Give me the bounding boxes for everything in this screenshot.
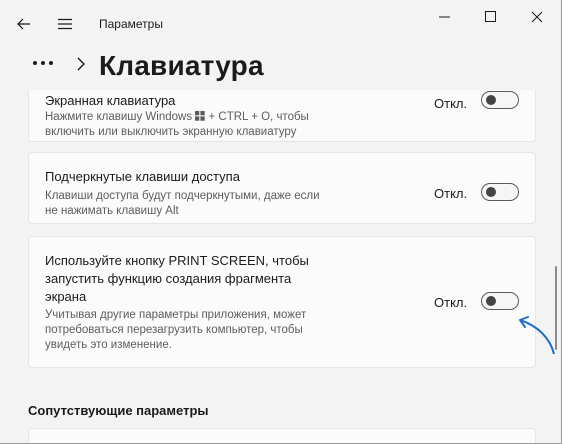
close-icon[interactable]: [514, 6, 560, 28]
toggle-state-label: Откл.: [434, 295, 468, 310]
toggle-knob: [486, 296, 496, 306]
settings-window: Параметры Клавиатура Экранная клавиатура…: [0, 0, 562, 444]
toggle-knob: [486, 95, 496, 105]
toggle-knob: [486, 187, 496, 197]
setting-title: Подчеркнутые клавиши доступа: [45, 169, 240, 184]
setting-access-keys: Подчеркнутые клавиши доступа Клавиши дос…: [28, 152, 536, 224]
setting-description-line3: увидеть это изменение.: [45, 339, 172, 351]
page-title: Клавиатура: [99, 50, 264, 81]
breadcrumb: Клавиатура: [0, 48, 561, 90]
setting-description-line2: включить или выключить экранную клавиату…: [45, 126, 297, 138]
setting-description-line2: не нажимать клавишу Alt: [45, 205, 179, 217]
setting-title: Экранная клавиатура: [45, 93, 176, 108]
setting-on-screen-keyboard: Экранная клавиатура Нажмите клавишу Wind…: [28, 90, 536, 142]
annotation-arrow-icon: [519, 316, 555, 355]
related-settings-heading: Сопутствующие параметры: [28, 403, 209, 418]
setting-description: Учитывая другие параметры приложения, мо…: [45, 309, 307, 321]
setting-title-line3: экрана: [45, 289, 87, 304]
setting-print-screen: Используйте кнопку PRINT SCREEN, чтобы з…: [28, 236, 536, 368]
toggle-state-label: Откл.: [434, 96, 468, 111]
setting-description: Нажмите клавишу Windows + CTRL + O, чтоб…: [45, 110, 309, 126]
back-arrow-icon[interactable]: [10, 10, 38, 38]
on-screen-keyboard-toggle[interactable]: [481, 91, 519, 109]
app-title: Параметры: [99, 17, 163, 31]
chevron-right-icon: [74, 56, 88, 72]
setting-description-line2: потребоваться перезагрузить компьютер, ч…: [45, 324, 303, 336]
setting-description: Клавиши доступа будут подчеркнутыми, даж…: [45, 190, 320, 202]
hamburger-menu-icon[interactable]: [51, 10, 79, 38]
more-dots-icon[interactable]: [30, 54, 56, 72]
toggle-state-label: Откл.: [434, 186, 468, 201]
minimize-icon[interactable]: [422, 6, 468, 28]
maximize-icon[interactable]: [468, 6, 514, 28]
title-bar: Параметры: [0, 0, 561, 48]
setting-title-line1: Используйте кнопку PRINT SCREEN, чтобы: [45, 253, 309, 268]
access-keys-toggle[interactable]: [481, 183, 519, 201]
related-settings-card[interactable]: [28, 428, 536, 443]
setting-title-line2: запустить функцию создания фрагмента: [45, 271, 292, 286]
windows-logo-icon: [195, 111, 205, 126]
settings-content: Экранная клавиатура Нажмите клавишу Wind…: [0, 90, 561, 443]
